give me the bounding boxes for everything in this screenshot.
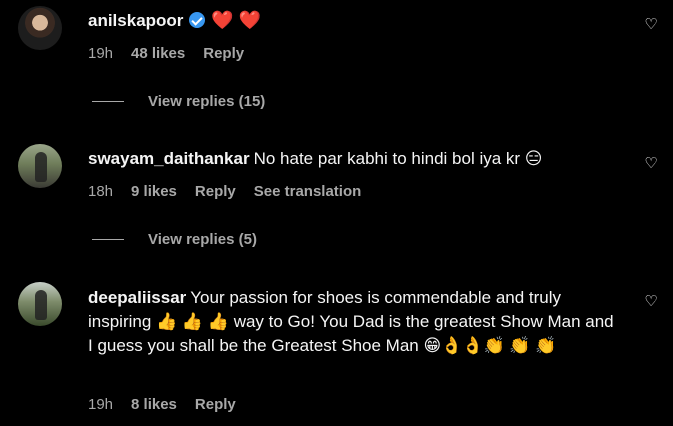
- comment-meta: 19h 8 likes Reply: [88, 396, 254, 413]
- comment-time[interactable]: 18h: [88, 183, 113, 200]
- comment-text: ❤️ ❤️: [211, 10, 262, 30]
- comment-likes[interactable]: 8 likes: [131, 396, 177, 413]
- verified-badge-icon: [189, 12, 206, 28]
- view-replies-button[interactable]: View replies (15): [92, 93, 265, 110]
- like-heart-icon[interactable]: ♡: [643, 294, 659, 310]
- view-replies-label: View replies (15): [148, 93, 266, 110]
- comment-text: No hate par kabhi to hindi bol iya kr 😑: [253, 149, 543, 168]
- avatar[interactable]: [18, 6, 62, 50]
- comment-meta: 18h 9 likes Reply See translation: [88, 183, 379, 200]
- comment-username[interactable]: deepaliissar: [88, 288, 186, 307]
- see-translation-button[interactable]: See translation: [254, 183, 362, 200]
- divider: [92, 239, 124, 240]
- reply-button[interactable]: Reply: [195, 183, 236, 200]
- divider: [92, 101, 124, 102]
- comment-username[interactable]: anilskapoor: [88, 11, 183, 30]
- comment-username[interactable]: swayam_daithankar: [88, 149, 250, 168]
- view-replies-button[interactable]: View replies (5): [92, 231, 257, 248]
- avatar[interactable]: [18, 282, 62, 326]
- comment-meta: 19h 48 likes Reply: [88, 45, 262, 62]
- comment-likes[interactable]: 48 likes: [131, 45, 185, 62]
- comment-time[interactable]: 19h: [88, 45, 113, 62]
- like-heart-icon[interactable]: ♡: [643, 17, 659, 33]
- view-replies-label: View replies (5): [148, 231, 257, 248]
- like-heart-icon[interactable]: ♡: [643, 156, 659, 172]
- avatar[interactable]: [18, 144, 62, 188]
- reply-button[interactable]: Reply: [195, 396, 236, 413]
- comment-likes[interactable]: 9 likes: [131, 183, 177, 200]
- reply-button[interactable]: Reply: [203, 45, 244, 62]
- comment-time[interactable]: 19h: [88, 396, 113, 413]
- comment-body: deepaliissar Your passion for shoes is co…: [88, 286, 615, 358]
- comment-body: anilskapoor ❤️ ❤️: [88, 8, 619, 33]
- comment-body: swayam_daithankar No hate par kabhi to hi…: [88, 147, 619, 171]
